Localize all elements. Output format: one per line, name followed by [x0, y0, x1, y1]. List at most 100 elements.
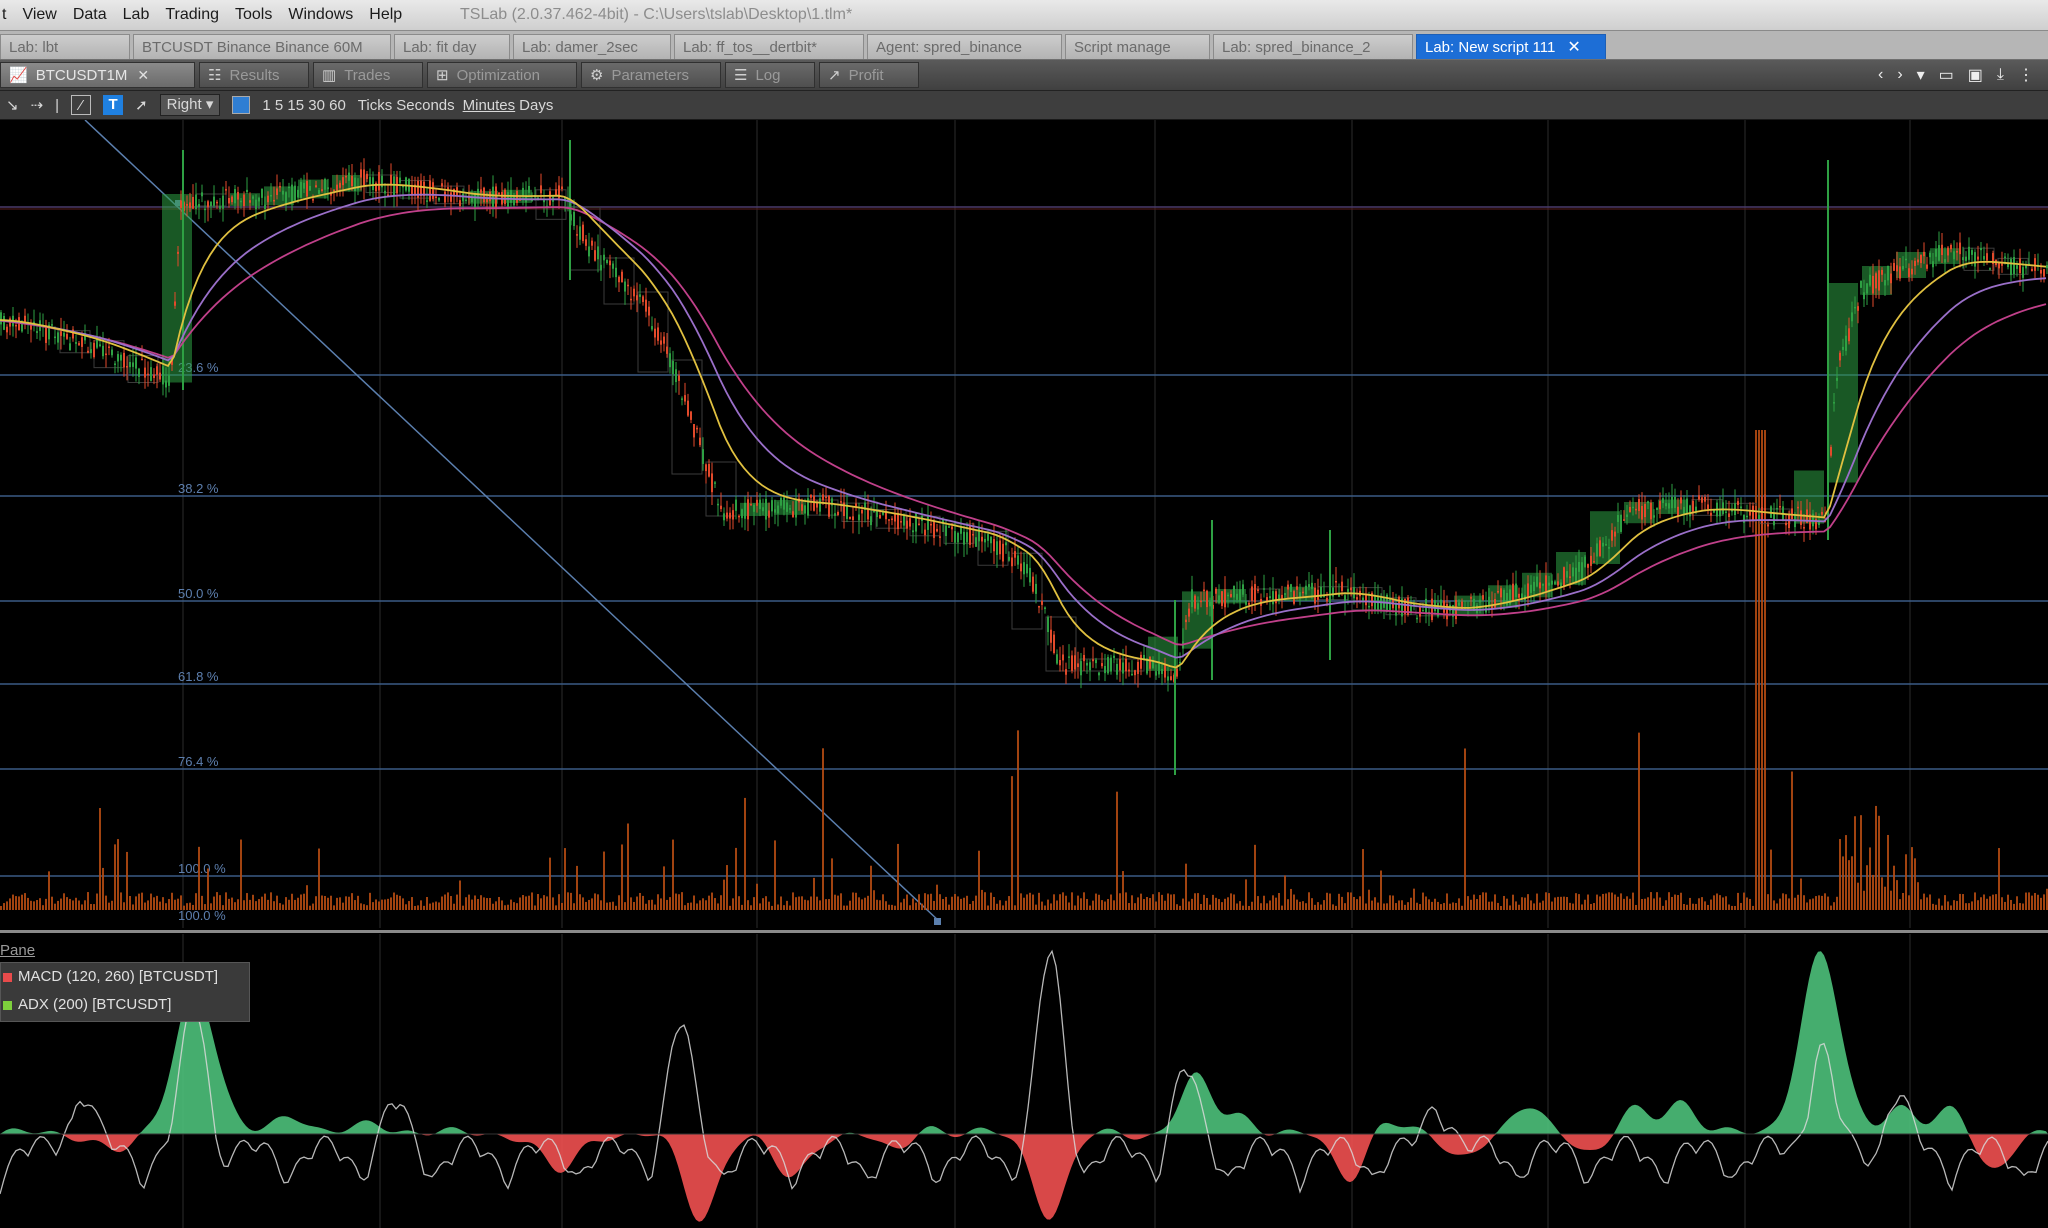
volume-bar: [642, 895, 644, 910]
candle-body: [591, 240, 593, 246]
legend-item-adx[interactable]: ADX (200) [BTCUSDT]: [1, 991, 249, 1019]
volume-bar: [1245, 879, 1247, 910]
menu-data[interactable]: Data: [65, 6, 115, 24]
candle-body: [153, 374, 155, 378]
volume-bar: [741, 904, 743, 910]
more-icon[interactable]: ⋮: [2018, 65, 2034, 85]
cursor-arrow-icon[interactable]: ↘: [6, 96, 19, 114]
candle-body: [2013, 257, 2015, 275]
doc-tab-lab-damer[interactable]: Lab: damer_2sec: [513, 34, 671, 59]
candle-body: [699, 437, 701, 446]
candle-body: [1125, 658, 1127, 672]
close-icon[interactable]: ✕: [137, 67, 149, 84]
trendline-tool-icon[interactable]: ⁄: [71, 95, 92, 115]
tab-profit[interactable]: ↗ Profit: [819, 62, 919, 88]
volume-bar: [72, 900, 74, 910]
doc-tab-lab-lbt[interactable]: Lab: lbt: [0, 34, 130, 59]
candle-body: [201, 192, 203, 197]
text-tool-button[interactable]: T: [103, 95, 124, 115]
tab-trades[interactable]: ▥ Trades: [313, 62, 423, 88]
menu-view[interactable]: View: [14, 6, 64, 24]
volume-bar: [1413, 888, 1415, 910]
candle-body: [1395, 603, 1397, 616]
doc-tab-agent-spred[interactable]: Agent: spred_binance: [867, 34, 1062, 59]
tab-parameters[interactable]: ⚙ Parameters: [581, 62, 721, 88]
volume-bar: [1944, 895, 1946, 910]
tab-results[interactable]: ☷ Results: [199, 62, 309, 88]
tab-optimization[interactable]: ⊞ Optimization: [427, 62, 577, 88]
align-select[interactable]: Right ▾: [159, 94, 221, 116]
volume-bar: [1065, 895, 1067, 910]
save-icon[interactable]: ▣: [1968, 65, 1983, 85]
indicator-chart-svg[interactable]: [0, 934, 2048, 1228]
volume-bar: [903, 898, 905, 910]
candle-body: [1665, 503, 1667, 507]
hline-tool-icon[interactable]: ⇢: [31, 96, 44, 114]
volume-bar: [639, 892, 641, 910]
dropdown-icon[interactable]: ▾: [1917, 65, 1925, 85]
timeframe-ticks[interactable]: Ticks: [358, 97, 392, 114]
candle-body: [1833, 402, 1835, 404]
pane-title[interactable]: Pane: [0, 942, 35, 959]
volume-bar: [0, 905, 2, 910]
menu-file[interactable]: t: [0, 6, 14, 24]
volume-bar: [1707, 904, 1709, 910]
legend-item-macd[interactable]: MACD (120, 260) [BTCUSDT]: [1, 963, 249, 991]
tab-log[interactable]: ☰ Log: [725, 62, 815, 88]
interval-buttons[interactable]: 1 5 15 30 60: [262, 97, 345, 114]
doc-tab-lab-ff-tos[interactable]: Lab: ff_tos__dertbit*: [674, 34, 864, 59]
open-icon[interactable]: ▭: [1939, 65, 1954, 85]
timeframe-seconds[interactable]: Seconds: [396, 97, 454, 114]
menu-help[interactable]: Help: [361, 6, 410, 24]
candle-body: [1227, 594, 1229, 597]
volume-bar: [1131, 895, 1133, 910]
volume-bar: [846, 905, 848, 910]
volume-bar: [363, 904, 365, 910]
candle-body: [1050, 629, 1052, 643]
timeframe-minutes[interactable]: Minutes: [463, 97, 516, 114]
candle-body: [255, 199, 257, 210]
candle-body: [444, 191, 446, 203]
scroll-left-icon[interactable]: ‹: [1878, 66, 1883, 84]
volume-bar: [132, 904, 134, 910]
volume-bar: [978, 850, 980, 910]
volume-bar: [771, 905, 773, 910]
menu-lab[interactable]: Lab: [115, 6, 158, 24]
scroll-right-icon[interactable]: ›: [1897, 66, 1902, 84]
candle-body: [363, 169, 365, 186]
close-icon[interactable]: ✕: [1567, 39, 1580, 56]
candle-body: [312, 199, 314, 201]
volume-bar: [276, 895, 278, 910]
volume-bar: [1623, 898, 1625, 910]
candle-body: [1014, 551, 1016, 558]
doc-tab-script-manage[interactable]: Script manage: [1065, 34, 1210, 59]
price-chart-pane[interactable]: 23.6 % 38.2 % 50.0 % 61.8 % 76.4 % 100.0 % 100…: [0, 120, 2048, 928]
volume-bar: [1896, 880, 1898, 910]
candle-body: [573, 211, 575, 227]
candle-body: [951, 526, 953, 530]
indicator-pane[interactable]: Pane MACD (120, 260) [BTCUSDT] ADX (200)…: [0, 934, 2048, 1228]
candle-body: [1077, 663, 1079, 668]
tab-chart[interactable]: 📈 BTCUSDT1M ✕: [0, 62, 195, 88]
tab-label: Trades: [344, 66, 391, 84]
pointer-tool-icon[interactable]: ➚: [135, 96, 148, 114]
volume-bar: [1863, 890, 1865, 910]
color-swatch[interactable]: [232, 96, 251, 114]
price-chart-svg[interactable]: 23.6 %38.2 %50.0 %61.8 %76.4 %100.0 %100…: [0, 120, 2048, 928]
volume-bar: [1233, 894, 1235, 910]
doc-tab-lab-fit-day[interactable]: Lab: fit day: [394, 34, 510, 59]
menu-windows[interactable]: Windows: [280, 6, 361, 24]
candle-body: [1620, 514, 1622, 532]
menu-tools[interactable]: Tools: [227, 6, 280, 24]
volume-bar: [543, 895, 545, 910]
menu-trading[interactable]: Trading: [157, 6, 227, 24]
doc-tab-btcusdt-binance[interactable]: BTCUSDT Binance Binance 60M: [133, 34, 391, 59]
download-icon[interactable]: ⤓: [1997, 66, 2004, 84]
timeframe-days[interactable]: Days: [519, 97, 553, 114]
candle-body: [1197, 603, 1199, 610]
volume-bar: [1539, 902, 1541, 910]
doc-tab-lab-new-script[interactable]: Lab: New script 111 ✕: [1416, 34, 1606, 59]
pane-splitter[interactable]: [0, 930, 2048, 933]
vline-tool-icon[interactable]: |: [55, 97, 59, 114]
doc-tab-lab-spred-2[interactable]: Lab: spred_binance_2: [1213, 34, 1413, 59]
